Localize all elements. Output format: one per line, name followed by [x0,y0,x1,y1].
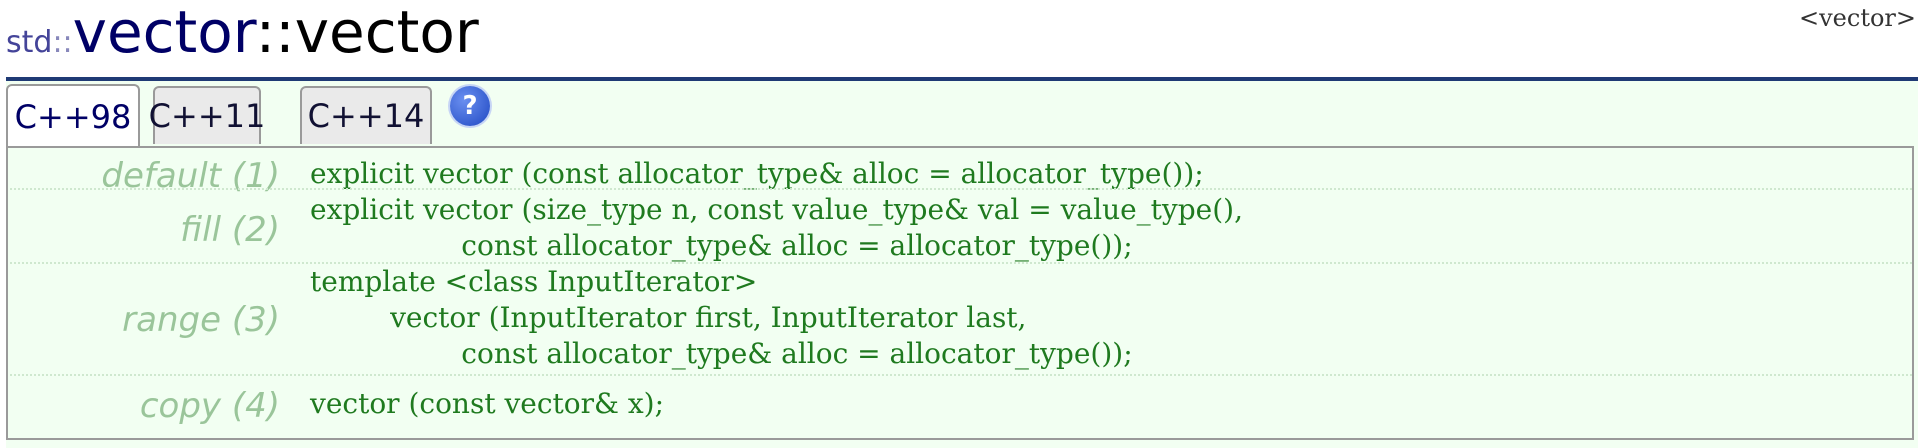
declaration-label: range (3) [122,300,280,340]
header-file-link[interactable]: <vector> [1799,4,1916,32]
declaration-code: explicit vector (const allocator_type& a… [310,157,1204,190]
title-namespace-separator: :: [52,25,73,60]
title-class-name: vector [72,0,256,66]
declaration-row: default (1) explicit vector (const alloc… [10,148,1912,196]
tab-cpp14[interactable]: C++14 [300,86,432,144]
declaration-row: copy (4) vector (const vector& x); [10,374,1912,440]
tab-cpp11[interactable]: C++11 [149,86,265,144]
declaration-row: range (3) template <class InputIterator>… [10,262,1912,376]
declarations-table: default (1) explicit vector (const alloc… [6,146,1914,440]
title-member-name: vector [294,0,479,66]
tab-cpp98[interactable]: C++98 [6,84,140,148]
page-title: std::vector::vector [6,0,479,66]
declaration-label: fill (2) [180,210,280,250]
declaration-code: vector (const vector& x); [310,387,665,420]
declaration-row: fill (2) explicit vector (size_type n, c… [10,188,1912,264]
declaration-code: template <class InputIterator> vector (I… [310,265,1133,370]
declaration-code: explicit vector (size_type n, const valu… [310,193,1243,262]
question-circle-icon[interactable]: ? [450,86,490,126]
title-member-separator: :: [255,0,295,66]
title-namespace: std [6,25,53,60]
page-header: std::vector::vector <vector> [0,0,1918,80]
declaration-label: copy (4) [139,386,280,426]
